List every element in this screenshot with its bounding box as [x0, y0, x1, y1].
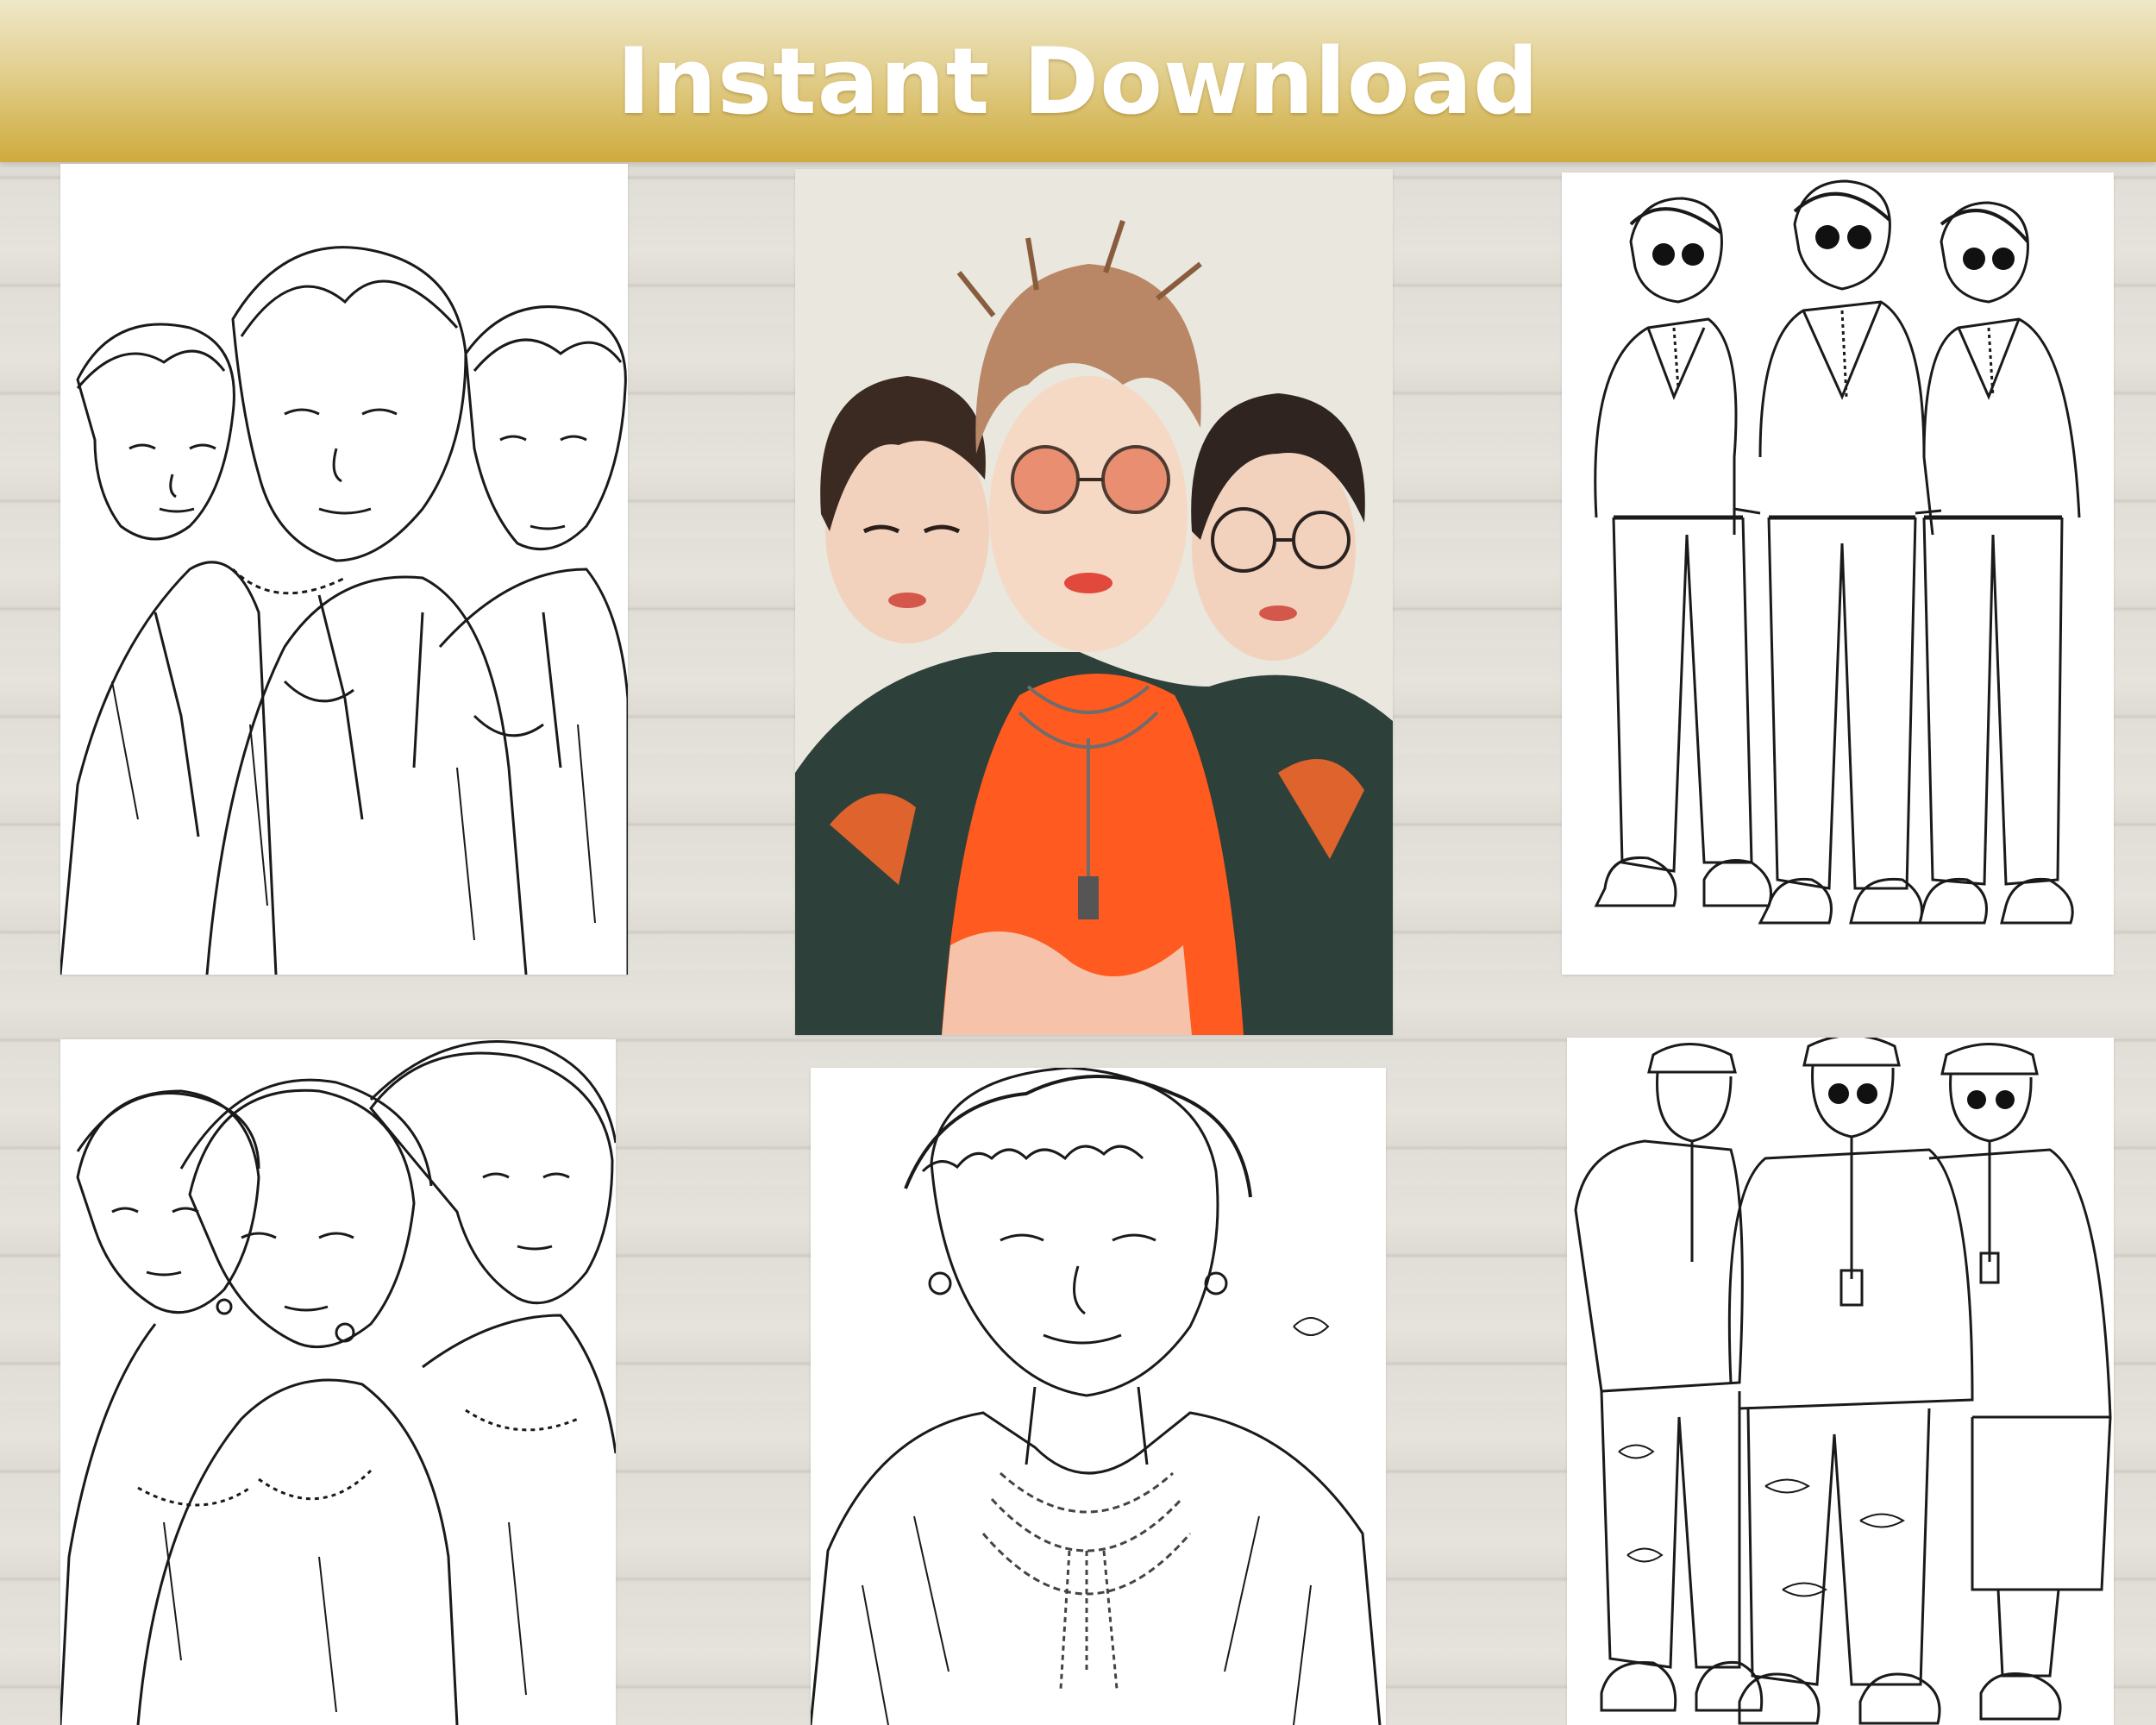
line-art-portraits-illustration: [60, 246, 628, 975]
full-body-figures-caps-illustration: [1574, 1038, 2112, 1725]
coloring-page-preview-6: [1567, 1038, 2114, 1725]
coloring-page-preview-5: [811, 1068, 1386, 1725]
color-portraits-illustration: [795, 169, 1393, 1035]
color-sample-preview: [795, 169, 1393, 1035]
full-body-figures-illustration: [1594, 179, 2081, 925]
coloring-page-preview-3: [1562, 172, 2114, 975]
coloring-page-preview-4: [60, 1039, 616, 1725]
single-portrait-illustration: [811, 1068, 1382, 1725]
instant-download-banner: Instant Download: [0, 0, 2156, 162]
line-art-portraits-illustration: [60, 1040, 616, 1725]
banner-title: Instant Download: [617, 28, 1539, 135]
coloring-page-preview-1: [60, 164, 628, 975]
